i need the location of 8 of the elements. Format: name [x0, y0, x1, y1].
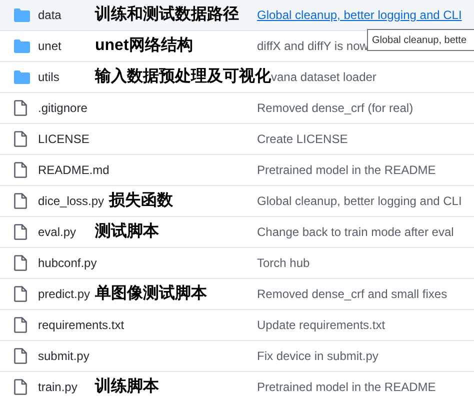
annotation-text: 训练脚本: [95, 378, 159, 396]
annotation-text: 损失函数: [109, 192, 174, 210]
annotation-text: 训练和测试数据路径: [95, 6, 239, 24]
annotation-text: 输入数据预处理及可视化: [95, 68, 271, 86]
annotation-text: 测试脚本: [95, 223, 159, 241]
annotation-text: unet网络结构: [95, 37, 193, 55]
tooltip: Global cleanup, bette: [367, 29, 474, 51]
annotation-text: 单图像测试脚本: [95, 285, 208, 303]
